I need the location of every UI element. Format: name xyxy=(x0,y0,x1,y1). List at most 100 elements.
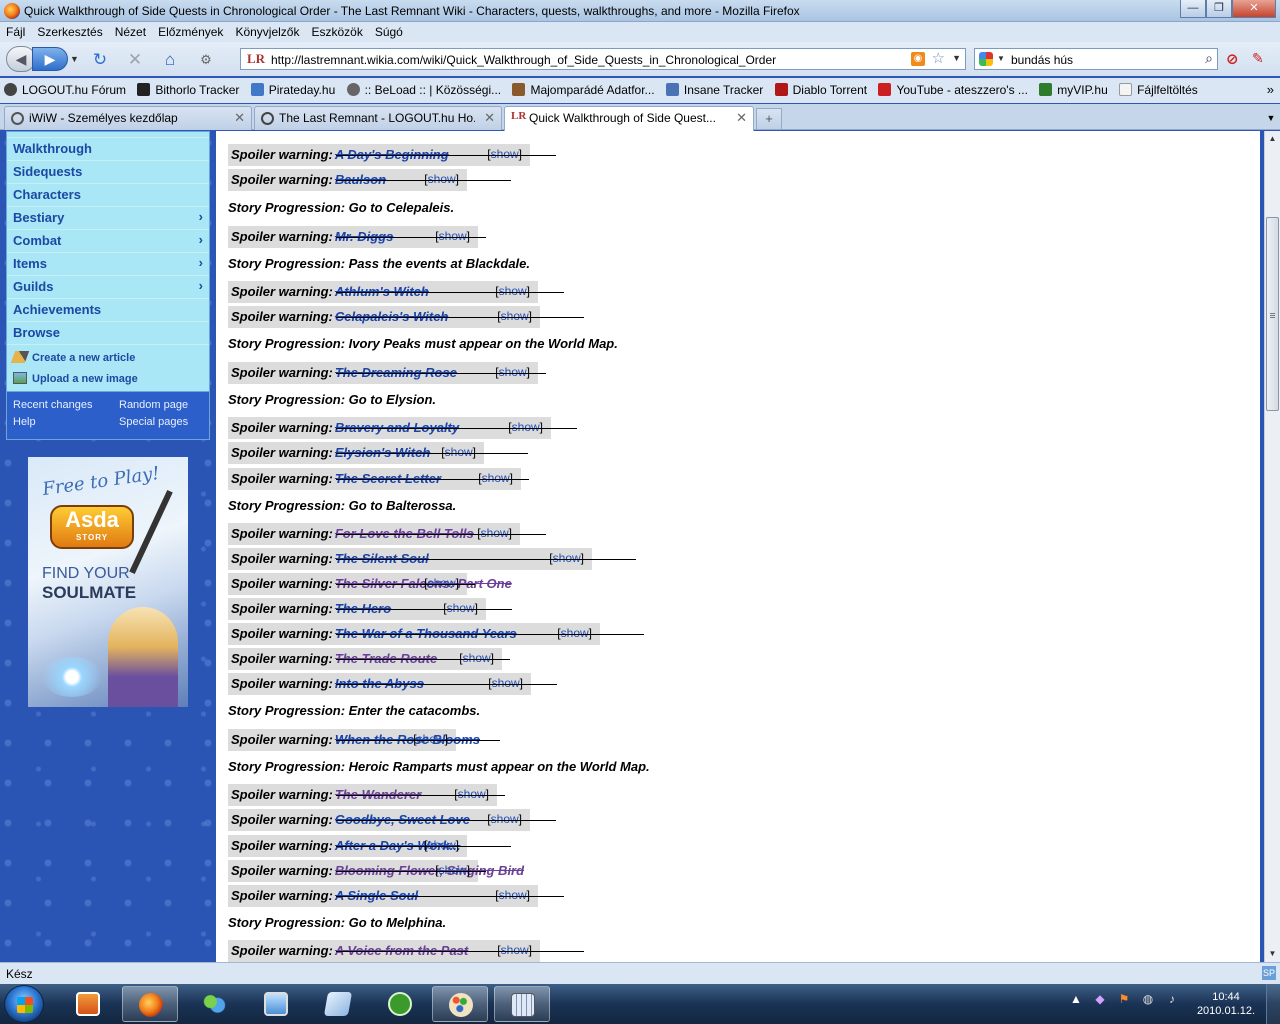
menu-bookmarks[interactable]: Könyvjelzők xyxy=(229,22,305,39)
show-link[interactable]: show xyxy=(561,626,589,640)
show-toggle[interactable]: [show] xyxy=(495,365,530,379)
show-toggle[interactable]: [show] xyxy=(454,787,489,801)
show-link[interactable]: show xyxy=(439,863,467,877)
show-link[interactable]: show xyxy=(481,526,509,540)
show-link[interactable]: show xyxy=(553,551,581,565)
tray-flag-icon[interactable]: ⚑ xyxy=(1116,992,1132,1008)
taskbar-notes[interactable] xyxy=(310,986,366,1022)
stop-icon[interactable]: ✕ xyxy=(125,50,145,70)
bookmark-diablo[interactable]: Diablo Torrent xyxy=(771,78,871,97)
show-link[interactable]: show xyxy=(428,576,456,590)
nav-item-combat[interactable]: Combat › xyxy=(7,230,209,253)
tab-close-icon[interactable]: ✕ xyxy=(484,110,495,126)
new-tab-button[interactable]: + xyxy=(756,108,782,129)
taskbar-paint[interactable] xyxy=(432,986,488,1022)
scroll-down-icon[interactable]: ▼ xyxy=(1265,946,1280,962)
tab-iwiw[interactable]: iWiW - Személyes kezdőlap ✕ xyxy=(4,106,252,130)
history-dropdown-icon[interactable]: ▼ xyxy=(70,54,79,64)
maximize-button[interactable]: ❐ xyxy=(1206,0,1232,18)
bookmark-logout[interactable]: LOGOUT.hu Fórum xyxy=(0,78,130,97)
nav-item-walkthrough[interactable]: Walkthrough xyxy=(7,138,209,161)
show-toggle[interactable]: [show] xyxy=(441,445,476,459)
taskbar-calculator[interactable] xyxy=(494,986,550,1022)
show-toggle[interactable]: [show] xyxy=(424,172,459,186)
search-input[interactable]: bundás hús xyxy=(1011,53,1073,67)
recent-changes-link[interactable]: Recent changes xyxy=(13,399,93,411)
menu-edit[interactable]: Szerkesztés xyxy=(31,22,108,39)
taskbar-media-player[interactable] xyxy=(60,986,116,1022)
show-toggle[interactable]: [show] xyxy=(477,526,512,540)
show-toggle[interactable]: [show] xyxy=(487,147,522,161)
show-hidden-icons-icon[interactable]: ▲ xyxy=(1068,992,1084,1008)
show-link[interactable]: show xyxy=(445,445,473,459)
upload-image-link[interactable]: Upload a new image xyxy=(7,369,209,391)
nav-item-guilds[interactable]: Guilds › xyxy=(7,276,209,299)
tab-logout[interactable]: The Last Remnant - LOGOUT.hu Ho... ✕ xyxy=(254,106,502,130)
show-link[interactable]: show xyxy=(428,838,456,852)
bookmark-beload[interactable]: :: BeLoad :: | Közösségi... xyxy=(343,78,506,97)
show-link[interactable]: show xyxy=(499,365,527,379)
taskbar-remote-desktop[interactable] xyxy=(248,986,304,1022)
show-toggle[interactable]: [show] xyxy=(424,838,459,852)
show-link[interactable]: show xyxy=(439,229,467,243)
taskbar-firefox[interactable] xyxy=(122,986,178,1022)
url-text[interactable]: http://lastremnant.wikia.com/wiki/Quick_… xyxy=(271,53,776,67)
scrollbar-thumb[interactable] xyxy=(1266,217,1279,411)
bookmark-fajlfeltoltes[interactable]: Fájlfeltöltés xyxy=(1115,78,1202,97)
show-link[interactable]: show xyxy=(447,601,475,615)
bookmark-bithorlo[interactable]: Bithorlo Tracker xyxy=(133,78,243,97)
show-toggle[interactable]: [show] xyxy=(497,309,532,323)
tab-close-icon[interactable]: ✕ xyxy=(234,110,245,126)
taskbar-messenger[interactable] xyxy=(186,986,242,1022)
network-icon[interactable]: ◍ xyxy=(1140,992,1156,1008)
volume-icon[interactable]: ♪ xyxy=(1164,992,1180,1008)
vertical-scrollbar[interactable]: ▲ ▼ xyxy=(1264,131,1280,962)
nav-item-items[interactable]: Items › xyxy=(7,253,209,276)
start-button[interactable] xyxy=(4,985,44,1023)
bookmark-youtube[interactable]: YouTube - ateszzero's ... xyxy=(874,78,1031,97)
show-link[interactable]: show xyxy=(501,943,529,957)
menu-history[interactable]: Előzmények xyxy=(152,22,229,39)
rss-icon[interactable]: ◉ xyxy=(911,52,925,66)
special-pages-link[interactable]: Special pages xyxy=(119,416,188,428)
list-all-tabs-icon[interactable]: ▼ xyxy=(1264,108,1278,128)
minimize-button[interactable]: — xyxy=(1180,0,1206,18)
show-toggle[interactable]: [show] xyxy=(497,943,532,957)
show-link[interactable]: show xyxy=(512,420,540,434)
bookmark-pirateday[interactable]: Pirateday.hu xyxy=(247,78,340,97)
nav-item-achievements[interactable]: Achievements xyxy=(7,299,209,322)
menu-view[interactable]: Nézet xyxy=(109,22,152,39)
show-toggle[interactable]: [show] xyxy=(459,651,494,665)
url-dropdown-icon[interactable]: ▼ xyxy=(952,53,961,63)
show-toggle[interactable]: [show] xyxy=(495,888,530,902)
search-bar[interactable]: ▼ bundás hús ⌕ xyxy=(974,48,1218,70)
show-toggle[interactable]: [show] xyxy=(413,732,448,746)
scroll-up-icon[interactable]: ▲ xyxy=(1265,131,1280,147)
menu-help[interactable]: Súgó xyxy=(369,22,409,39)
nav-item-sidequests[interactable]: Sidequests xyxy=(7,161,209,184)
bookmark-majomparade[interactable]: Majomparádé Adatfor... xyxy=(508,78,658,97)
search-icon[interactable]: ⌕ xyxy=(1205,50,1213,67)
show-toggle[interactable]: [show] xyxy=(508,420,543,434)
show-toggle[interactable]: [show] xyxy=(488,676,523,690)
show-link[interactable]: show xyxy=(482,471,510,485)
taskbar-utorrent[interactable] xyxy=(372,986,428,1022)
show-toggle[interactable]: [show] xyxy=(487,812,522,826)
show-toggle[interactable]: [show] xyxy=(435,229,470,243)
home-icon[interactable]: ⌂ xyxy=(160,50,180,70)
adblock-icon[interactable]: ⊘ xyxy=(1226,50,1244,68)
menu-tools[interactable]: Eszközök xyxy=(305,22,368,39)
tab-walkthrough[interactable]: LR Quick Walkthrough of Side Quest... ✕ xyxy=(504,106,754,131)
show-link[interactable]: show xyxy=(499,888,527,902)
nav-item-browse[interactable]: Browse xyxy=(7,322,209,345)
show-toggle[interactable]: [show] xyxy=(443,601,478,615)
show-link[interactable]: show xyxy=(501,309,529,323)
show-link[interactable]: show xyxy=(463,651,491,665)
close-button[interactable]: ✕ xyxy=(1232,0,1276,18)
extension-icon[interactable]: ✎ xyxy=(1252,50,1270,68)
tray-app-icon[interactable]: ◆ xyxy=(1092,992,1108,1008)
site-favicon[interactable]: LR xyxy=(247,51,265,67)
menu-file[interactable]: Fájl xyxy=(0,22,31,39)
show-link[interactable]: show xyxy=(458,787,486,801)
bookmark-insane[interactable]: Insane Tracker xyxy=(662,78,767,97)
